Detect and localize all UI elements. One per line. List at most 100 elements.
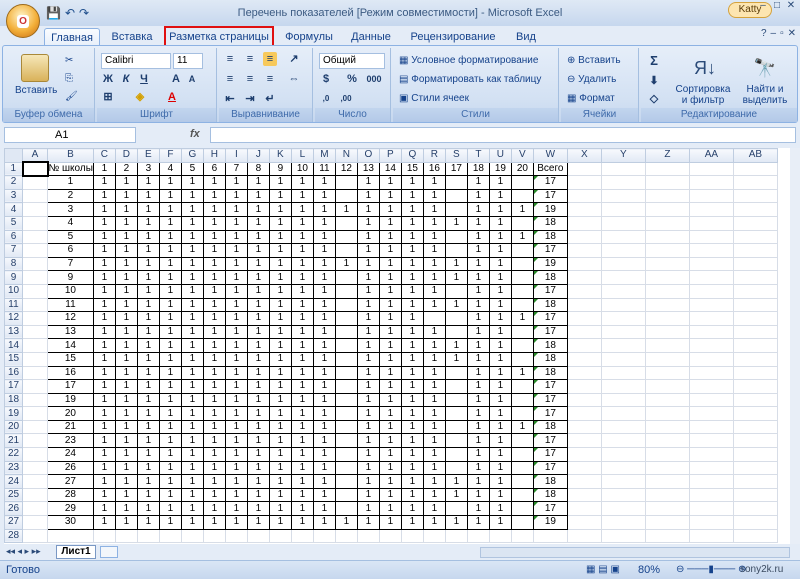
cell[interactable]: 1 xyxy=(378,460,402,476)
cell[interactable] xyxy=(334,215,358,231)
cell[interactable]: 1 xyxy=(466,324,490,340)
cell[interactable] xyxy=(600,215,646,231)
cell[interactable]: 1 xyxy=(356,379,380,394)
cell[interactable]: 1 xyxy=(290,392,314,408)
row-header[interactable]: 13 xyxy=(4,324,23,340)
cell[interactable] xyxy=(22,351,48,367)
cell[interactable]: 1 xyxy=(202,501,226,517)
cell[interactable]: 1 xyxy=(180,256,204,272)
cell[interactable]: 1 xyxy=(444,297,468,313)
cell[interactable] xyxy=(444,175,468,190)
cell[interactable]: 1 xyxy=(224,351,248,367)
cell[interactable]: 1 xyxy=(400,188,424,204)
row-header[interactable]: 20 xyxy=(4,419,23,435)
cell[interactable]: 1 xyxy=(290,175,314,190)
cell[interactable]: 1 xyxy=(488,229,512,245)
cell[interactable] xyxy=(732,487,778,503)
cell[interactable]: 11 xyxy=(312,161,336,177)
cell[interactable] xyxy=(566,392,602,408)
cell[interactable]: 1 xyxy=(488,474,512,489)
cell[interactable]: 1 xyxy=(158,256,182,272)
cell[interactable]: 1 xyxy=(158,392,182,408)
cell[interactable]: 1 xyxy=(246,379,270,394)
cell[interactable] xyxy=(732,419,778,435)
cell[interactable]: 1 xyxy=(378,297,402,313)
cell[interactable]: 1 xyxy=(114,283,138,299)
fx-icon[interactable]: fx xyxy=(190,128,200,140)
row-header[interactable]: 6 xyxy=(4,229,23,245)
cell[interactable] xyxy=(688,515,734,530)
cell[interactable]: 1 xyxy=(180,447,204,462)
cell[interactable] xyxy=(644,501,690,517)
cell[interactable]: 1 xyxy=(202,324,226,340)
cell[interactable]: 1 xyxy=(400,515,424,530)
cell[interactable]: 18 xyxy=(532,487,568,503)
increase-indent-icon[interactable]: ⇥ xyxy=(243,92,257,106)
cell[interactable]: 1 xyxy=(180,270,204,285)
cell[interactable]: 12 xyxy=(334,161,358,177)
cell[interactable]: 1 xyxy=(422,175,446,190)
cell[interactable]: 1 xyxy=(202,243,226,258)
cell[interactable] xyxy=(600,338,646,353)
cell[interactable] xyxy=(510,392,534,408)
cell[interactable] xyxy=(566,501,602,517)
cell[interactable]: 1 xyxy=(356,460,380,476)
cell[interactable]: 1 xyxy=(422,501,446,517)
cell[interactable]: 1 xyxy=(268,406,292,421)
cell[interactable]: 1 xyxy=(180,338,204,353)
cell[interactable] xyxy=(732,379,778,394)
cell[interactable]: 1 xyxy=(466,297,490,313)
cell[interactable]: 10 xyxy=(290,161,314,177)
cell[interactable]: 1 xyxy=(312,365,336,381)
cell[interactable]: 1 xyxy=(202,202,226,217)
cell[interactable] xyxy=(444,283,468,299)
row-header[interactable]: 1 xyxy=(4,161,23,177)
cell[interactable]: 1 xyxy=(246,229,270,245)
help-icon[interactable]: ? xyxy=(761,28,767,39)
cell[interactable]: 1 xyxy=(422,215,446,231)
find-icon[interactable]: 🔭 xyxy=(751,54,779,82)
column-header[interactable]: N xyxy=(334,148,358,163)
cell[interactable]: 1 xyxy=(312,474,336,489)
borders-icon[interactable]: ⊞ xyxy=(101,90,115,104)
cell[interactable]: 1 xyxy=(136,447,160,462)
cell[interactable] xyxy=(688,447,734,462)
cell[interactable] xyxy=(566,433,602,449)
cell[interactable]: 1 xyxy=(378,229,402,245)
cell[interactable]: 1 xyxy=(92,270,116,285)
cell[interactable]: 1 xyxy=(224,392,248,408)
cell[interactable]: 30 xyxy=(47,515,94,530)
cell[interactable]: 1 xyxy=(158,433,182,449)
cell[interactable]: 17 xyxy=(532,447,568,462)
cell[interactable]: 17 xyxy=(532,392,568,408)
cell[interactable]: 1 xyxy=(268,215,292,231)
cell[interactable] xyxy=(600,515,646,530)
cell[interactable]: 1 xyxy=(158,406,182,421)
cell[interactable]: 18 xyxy=(532,215,568,231)
cell[interactable] xyxy=(600,392,646,408)
cell[interactable]: 17 xyxy=(532,406,568,421)
cell[interactable] xyxy=(444,365,468,381)
cell[interactable]: 17 xyxy=(532,175,568,190)
cell[interactable] xyxy=(422,528,446,544)
cell[interactable]: 1 xyxy=(158,515,182,530)
cell[interactable]: 17 xyxy=(532,283,568,299)
cell[interactable]: 1 xyxy=(136,406,160,421)
cell[interactable] xyxy=(688,338,734,353)
cell[interactable]: 1 xyxy=(488,175,512,190)
cell[interactable]: 16 xyxy=(47,365,94,381)
cell[interactable]: 18 xyxy=(466,161,490,177)
cell[interactable]: 1 xyxy=(290,351,314,367)
cell[interactable]: 1 xyxy=(378,351,402,367)
cell[interactable] xyxy=(334,419,358,435)
cell[interactable]: 1 xyxy=(92,433,116,449)
cell[interactable]: 1 xyxy=(268,460,292,476)
cell[interactable]: 1 xyxy=(268,433,292,449)
conditional-formatting-button[interactable]: ▦ Условное форматирование xyxy=(399,54,538,68)
cell[interactable]: 1 xyxy=(224,283,248,299)
column-header[interactable]: I xyxy=(224,148,248,163)
cell[interactable]: 19 xyxy=(532,515,568,530)
cell[interactable]: 1 xyxy=(92,392,116,408)
horizontal-scrollbar[interactable] xyxy=(480,547,790,558)
cell[interactable]: 17 xyxy=(532,460,568,476)
